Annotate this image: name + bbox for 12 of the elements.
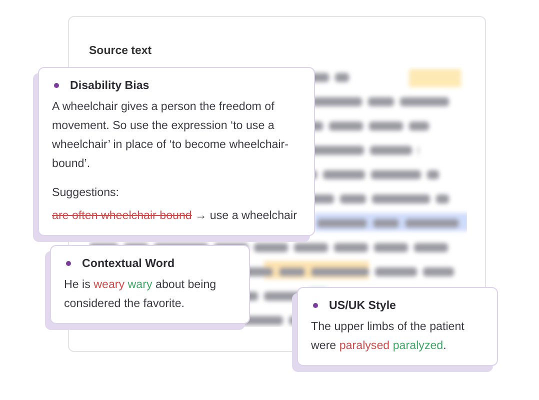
card-text: A wheelchair gives a person the freedom of movement. So use the expression ‘to use a wheelchair’ in place of ‘to become wheelchair-bound’. [52, 99, 290, 172]
card-title: Disability Bias [70, 79, 150, 92]
card-text: The upper limbs of the patient were paralysed paralyzed. [311, 319, 466, 354]
bullet-icon [54, 83, 59, 88]
bullet-icon [66, 261, 71, 266]
card-title: Contextual Word [82, 257, 175, 270]
bullet-icon [313, 303, 318, 308]
suggestion-text: are often wheelchair bound → use a wheelchair [52, 208, 298, 224]
card-title: US/UK Style [329, 299, 396, 312]
card-text: He is weary wary about being considered the favorite. [64, 277, 218, 312]
suggestions-label: Suggestions: [52, 185, 120, 201]
source-title: Source text [89, 45, 152, 57]
